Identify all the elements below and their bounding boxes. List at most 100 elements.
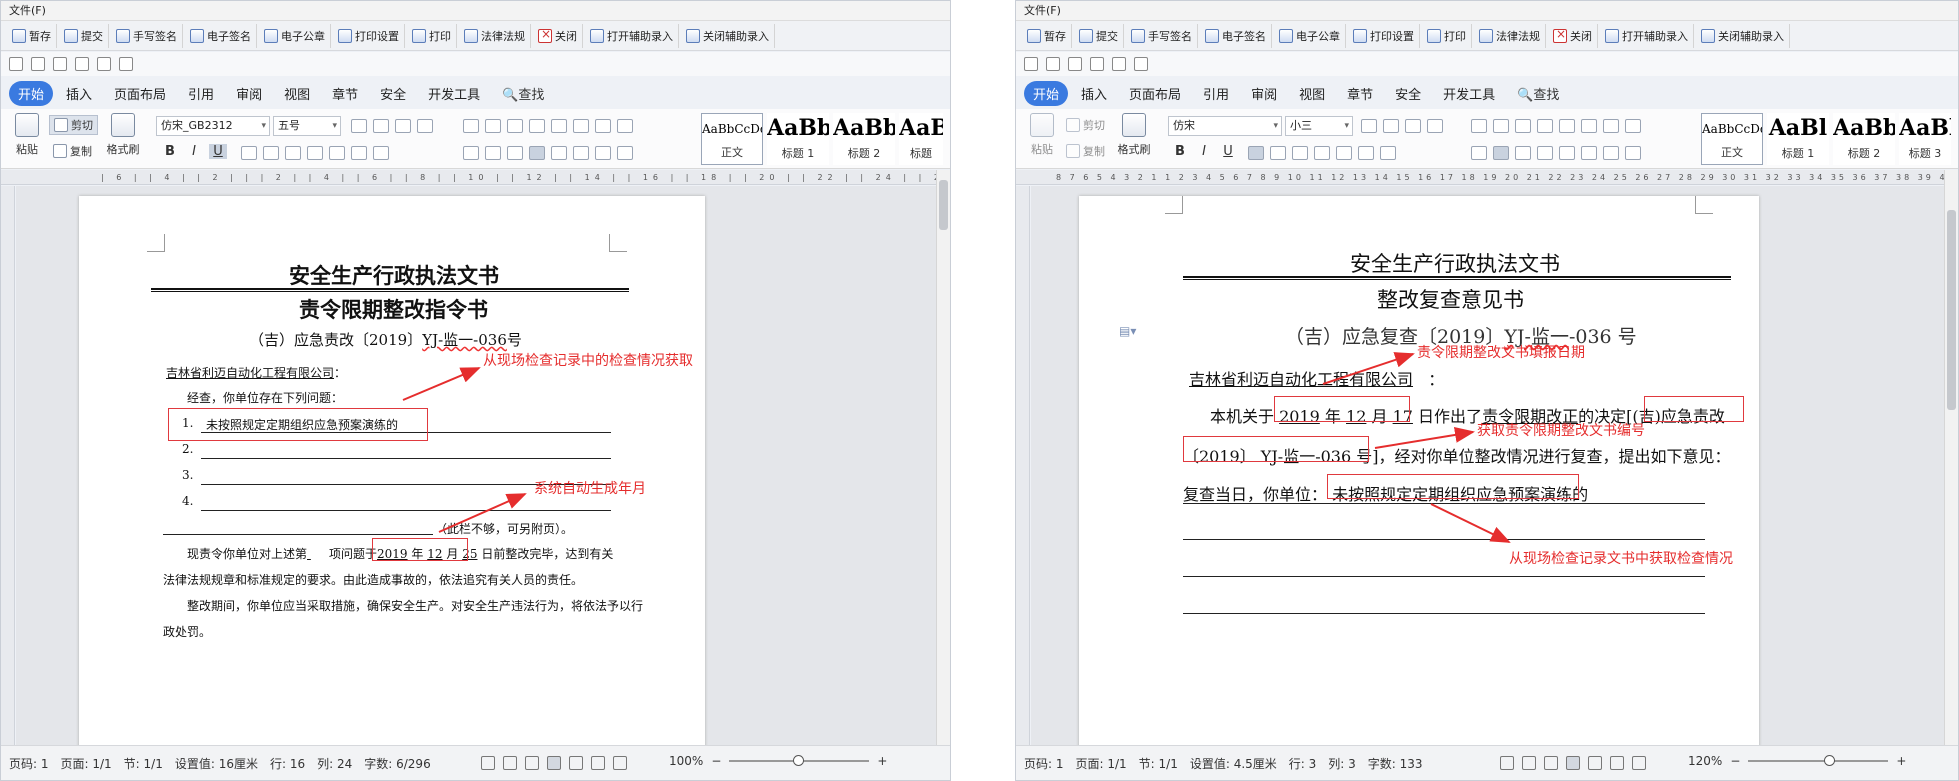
close-assist-input-button[interactable]: 关闭辅助录入 [681,23,775,48]
bold-button[interactable]: B [1171,144,1189,159]
redo-icon[interactable] [119,57,133,71]
print-settings-button[interactable]: 打印设置 [333,23,405,48]
shading-icon[interactable] [595,146,611,160]
copy-button[interactable]: 复制 [53,141,92,161]
font-size-select[interactable]: 五号 [273,116,341,136]
align-left-icon[interactable] [1471,146,1487,160]
format-painter-button[interactable]: 格式刷 [1114,113,1154,157]
sort-icon[interactable] [1581,119,1597,133]
save-icon[interactable] [53,57,67,71]
tab-section[interactable]: 章节 [323,81,367,106]
recipient-name[interactable]: 吉林省利迈自动化工程有限公司 [166,366,334,380]
justify-icon[interactable] [529,146,545,160]
finding-line-4[interactable] [1183,613,1705,614]
decrease-indent-icon[interactable] [507,119,523,133]
font-color-icon[interactable] [241,146,257,160]
increase-indent-icon[interactable] [1537,119,1553,133]
line-spacing-icon[interactable] [1581,146,1597,160]
tab-security[interactable]: 安全 [1386,81,1430,106]
style-normal[interactable]: AaBbCcDd 正文 [701,113,763,165]
table-icon[interactable] [1625,119,1641,133]
style-heading2[interactable]: AaBb(标题 2 [833,113,895,165]
print-settings-button[interactable]: 打印设置 [1348,23,1420,48]
style-heading[interactable]: AaB标题 [899,113,943,165]
phonetic-icon[interactable] [417,119,433,133]
bold-button[interactable]: B [161,144,179,159]
status-wordcount[interactable]: 字数: 6/296 [364,755,430,772]
tab-developer[interactable]: 开发工具 [1434,81,1504,106]
eye-icon[interactable] [1632,756,1646,770]
finding-line-3[interactable] [1183,576,1705,577]
status-wordcount[interactable]: 字数: 133 [1368,755,1423,772]
zoom-slider[interactable] [729,755,870,766]
tab-insert[interactable]: 插入 [1072,81,1116,106]
eye-icon[interactable] [613,756,627,770]
pen-mode-icon[interactable] [525,756,539,770]
recipient-name[interactable]: 吉林省利迈自动化工程有限公司 [1189,370,1413,389]
handwritten-sign-button[interactable]: 手写签名 [111,23,183,48]
save-draft-button[interactable]: 暂存 [1022,23,1072,48]
decrease-indent-icon[interactable] [1515,119,1531,133]
tab-references[interactable]: 引用 [1194,81,1238,106]
italic-button[interactable]: I [1195,144,1213,159]
italic-button[interactable]: I [185,144,203,159]
font-color-icon[interactable] [1248,146,1264,160]
page-view-icon[interactable] [547,756,561,770]
submit-button[interactable]: 提交 [59,23,109,48]
print-button[interactable]: 打印 [1422,23,1472,48]
subscript-icon[interactable] [285,146,301,160]
menu-file[interactable]: 文件(F) [1016,1,1958,21]
close-button[interactable]: 关闭 [533,23,583,48]
table-icon[interactable] [617,119,633,133]
borders-icon[interactable] [1625,146,1641,160]
highlight-icon[interactable] [329,146,345,160]
menu-file[interactable]: 文件(F) [1,1,950,21]
vertical-scrollbar[interactable] [1944,170,1958,745]
grow-font-icon[interactable] [1361,119,1377,133]
search-button[interactable]: 🔍查找 [493,81,553,106]
document-page[interactable]: 安全生产行政执法文书 整改复查意见书 ▤▾ （吉）应急复查〔2019〕YJ-监一… [1079,196,1759,745]
web-view-icon[interactable] [1610,756,1624,770]
align-right-icon[interactable] [1515,146,1531,160]
outline-view-icon[interactable] [1588,756,1602,770]
vertical-ruler[interactable] [1016,186,1030,745]
search-button[interactable]: 🔍查找 [1508,81,1568,106]
underline-button[interactable]: U [209,143,227,159]
borders-icon[interactable] [617,146,633,160]
char-border-icon[interactable] [1380,146,1396,160]
font-name-select[interactable]: 仿宋_GB2312 [156,116,270,136]
tab-page-layout[interactable]: 页面布局 [1120,81,1190,106]
zoom-slider[interactable] [1748,755,1889,766]
print-icon[interactable] [75,57,89,71]
tab-view[interactable]: 视图 [1290,81,1334,106]
text-direction-icon[interactable] [1559,119,1575,133]
style-heading1[interactable]: AaBb 标题 1 [767,113,829,165]
paste-button[interactable]: 粘贴 [1022,113,1062,157]
web-view-icon[interactable] [591,756,605,770]
sort-icon[interactable] [573,119,589,133]
save-draft-button[interactable]: 暂存 [7,23,57,48]
numbering-icon[interactable] [1493,119,1509,133]
font-color2-icon[interactable] [1358,146,1374,160]
superscript-icon[interactable] [1270,146,1286,160]
tab-view[interactable]: 视图 [275,81,319,106]
item-ref-blank[interactable] [307,547,329,561]
text-direction-icon[interactable] [551,119,567,133]
finding-line-2[interactable] [1183,539,1705,540]
font-color2-icon[interactable] [351,146,367,160]
char-border-icon[interactable] [373,146,389,160]
zoom-thumb[interactable] [793,755,805,766]
subscript-icon[interactable] [1292,146,1308,160]
new-icon[interactable] [9,57,23,71]
tab-references[interactable]: 引用 [179,81,223,106]
numbering-icon[interactable] [485,119,501,133]
print-button[interactable]: 打印 [407,23,457,48]
style-heading1[interactable]: AaBl 标题 1 [1767,113,1829,165]
e-signature-button[interactable]: 电子签名 [1200,23,1272,48]
save-icon[interactable] [1068,57,1082,71]
align-right-icon[interactable] [507,146,523,160]
bullets-icon[interactable] [463,119,479,133]
shrink-font-icon[interactable] [373,119,389,133]
undo-icon[interactable] [97,57,111,71]
increase-indent-icon[interactable] [529,119,545,133]
